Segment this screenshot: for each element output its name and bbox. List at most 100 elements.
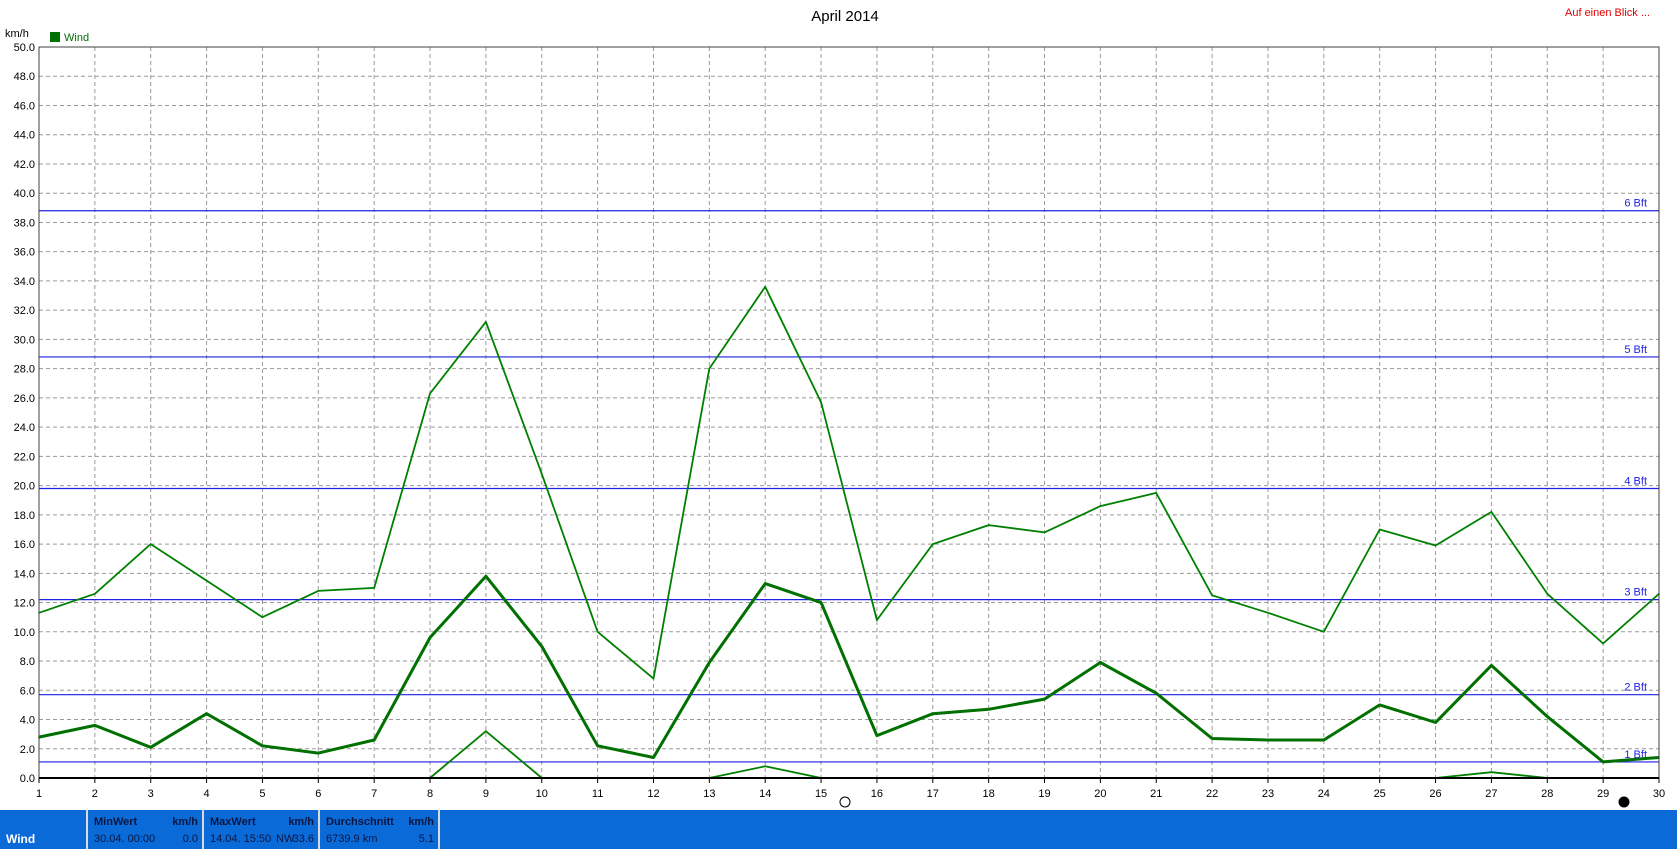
data-point-average: [1323, 739, 1325, 741]
summary-max-unit: km/h: [288, 816, 314, 828]
data-point-max: [205, 579, 208, 582]
beaufort-label: 4 Bft: [1624, 476, 1647, 488]
data-point-max: [820, 401, 822, 404]
x-tick-label: 20: [1094, 788, 1106, 800]
y-tick-label: 50.0: [14, 42, 35, 54]
data-point-max: [876, 619, 878, 621]
data-point-max: [429, 392, 431, 395]
summary-average-header: Durchschnitt: [326, 816, 394, 828]
data-point-average: [94, 724, 96, 727]
data-point-max: [317, 590, 320, 592]
data-point-average: [317, 752, 320, 754]
x-tick-label: 16: [871, 788, 883, 800]
data-point-max: [931, 543, 934, 545]
data-point-max: [1546, 592, 1549, 595]
data-point-max: [1434, 544, 1437, 547]
x-tick-label: 1: [36, 788, 42, 800]
y-tick-label: 42.0: [14, 159, 35, 171]
x-tick-label: 29: [1597, 788, 1609, 800]
y-axis-unit: km/h: [5, 28, 29, 40]
y-tick-label: 18.0: [14, 510, 35, 522]
data-point-average: [764, 582, 767, 585]
wind-chart: April 2014 Auf einen Blick ... km/h Wind…: [5, 7, 1665, 808]
data-point-average: [652, 756, 655, 759]
x-tick-label: 22: [1206, 788, 1218, 800]
data-point-max: [764, 285, 767, 288]
x-tick-label: 24: [1318, 788, 1330, 800]
y-tick-label: 28.0: [14, 364, 35, 376]
x-tick-label: 11: [592, 788, 603, 800]
data-point-average: [1099, 661, 1102, 664]
summary-series-name: Wind: [6, 832, 36, 846]
y-tick-label: 26.0: [14, 393, 35, 405]
y-tick-label: 32.0: [14, 305, 35, 317]
data-point-max: [1211, 594, 1213, 597]
data-point-average: [1155, 692, 1158, 695]
x-tick-label: 5: [259, 788, 265, 800]
y-tick-label: 6.0: [20, 685, 35, 697]
data-point-average: [820, 601, 822, 604]
data-point-max: [540, 473, 543, 475]
marker-icon-right[interactable]: [1618, 796, 1630, 808]
summary-average-distance: 6739.9 km: [326, 833, 378, 845]
x-tick-label: 15: [815, 788, 827, 800]
y-tick-label: 48.0: [14, 71, 35, 83]
summary-max-date: 14.04. 15:50: [210, 833, 272, 845]
header-link[interactable]: Auf einen Blick ...: [1565, 7, 1650, 19]
legend-label: Wind: [64, 32, 89, 44]
data-point-average: [1043, 698, 1046, 700]
data-point-max: [149, 543, 152, 545]
beaufort-label: 5 Bft: [1624, 344, 1647, 356]
series-line-min: [39, 730, 1659, 779]
y-tick-label: 12.0: [14, 598, 35, 610]
data-point-max: [1490, 511, 1493, 513]
data-point-average: [1267, 739, 1269, 741]
data-point-max: [261, 616, 264, 618]
x-tick-label: 17: [927, 788, 939, 800]
marker-icon-left[interactable]: [839, 796, 851, 808]
data-point-average: [708, 661, 711, 664]
data-point-min: [1490, 771, 1493, 773]
data-point-max: [373, 587, 375, 589]
y-tick-label: 46.0: [14, 100, 35, 112]
y-tick-label: 38.0: [14, 217, 35, 229]
x-tick-label: 9: [483, 788, 489, 800]
data-point-min: [764, 765, 767, 768]
summary-bar: Wind MinWert km/h 30.04. 00:00 0.0 MaxWe…: [0, 810, 1677, 849]
y-tick-label: 8.0: [20, 656, 35, 668]
data-point-average: [149, 746, 152, 749]
summary-average-unit: km/h: [408, 816, 434, 828]
y-tick-label: 24.0: [14, 422, 35, 434]
data-point-average: [876, 734, 878, 737]
data-point-max: [1099, 505, 1102, 507]
data-point-average: [1602, 761, 1604, 763]
x-tick-label: 13: [703, 788, 715, 800]
x-tick-label: 10: [536, 788, 548, 800]
data-point-max: [94, 592, 96, 595]
y-tick-label: 30.0: [14, 334, 35, 346]
x-tick-label: 14: [759, 788, 771, 800]
summary-max-value: 33.6: [292, 833, 314, 845]
data-point-max: [596, 631, 599, 633]
summary-separator: [438, 810, 440, 849]
y-tick-label: 20.0: [14, 481, 35, 493]
x-tick-label: 26: [1429, 788, 1441, 800]
data-point-average: [205, 712, 208, 715]
x-tick-label: 25: [1374, 788, 1386, 800]
data-point-average: [1211, 737, 1213, 740]
y-tick-label: 40.0: [14, 188, 35, 200]
data-point-average: [596, 745, 599, 747]
y-tick-label: 44.0: [14, 130, 35, 142]
y-tick-label: 4.0: [20, 715, 35, 727]
beaufort-label: 3 Bft: [1624, 587, 1647, 599]
chart-title: April 2014: [811, 8, 879, 25]
data-point-max: [1378, 528, 1381, 531]
data-point-average: [485, 575, 487, 578]
x-tick-label: 8: [427, 788, 433, 800]
y-tick-label: 36.0: [14, 247, 35, 259]
x-tick-label: 3: [148, 788, 154, 800]
x-tick-label: 23: [1262, 788, 1274, 800]
data-point-max: [1267, 611, 1269, 614]
data-point-average: [261, 745, 264, 747]
data-point-min: [485, 730, 487, 733]
